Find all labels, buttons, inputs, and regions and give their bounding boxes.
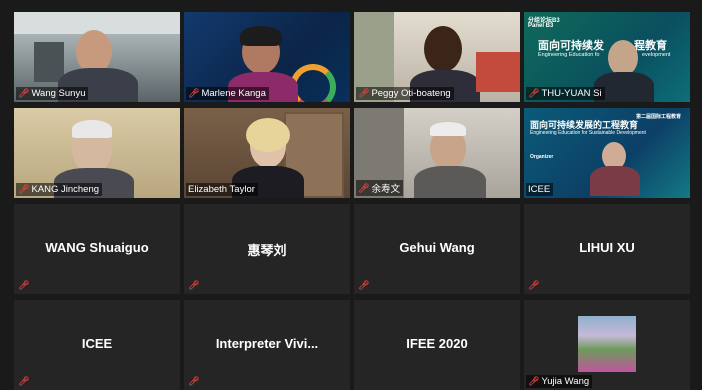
participant-name: Wang Sunyu	[31, 88, 86, 99]
participant-name: Gehui Wang	[399, 240, 475, 255]
video-tile[interactable]: 🎤︎ Peggy Oti-boateng	[354, 12, 520, 102]
slide-subtitle: Engineering Education fo	[538, 52, 600, 58]
participant-label: 🎤︎ Peggy Oti-boateng	[356, 87, 454, 100]
participant-label: 🎤︎ 余寿文	[356, 180, 403, 196]
mic-muted-icon: 🎤︎	[18, 184, 30, 194]
video-tile[interactable]: Interpreter Vivi... 🎤︎	[184, 300, 350, 390]
participant-label: 🎤︎ KANG Jincheng	[16, 183, 103, 196]
participant-name: WANG Shuaiguo	[45, 240, 149, 255]
video-tile[interactable]: 🎤︎ Wang Sunyu	[14, 12, 180, 102]
slide-organizer: Organizer	[530, 154, 554, 160]
video-tile[interactable]: Elizabeth Taylor	[184, 108, 350, 198]
participant-name: ICEE	[528, 184, 551, 195]
participant-name: ICEE	[81, 336, 113, 351]
participant-label: ICEE	[526, 183, 554, 196]
video-tile[interactable]: IFEE 2020	[354, 300, 520, 390]
video-tile[interactable]: 🎤︎ Marlene Kanga	[184, 12, 350, 102]
participant-name: 惠琴刘	[247, 243, 287, 258]
slide-title: 程教育	[634, 40, 667, 52]
participant-name: Peggy Oti-boateng	[371, 88, 451, 99]
video-tile[interactable]: 惠琴刘 🎤︎	[184, 204, 350, 294]
mic-muted-icon: 🎤︎	[188, 280, 200, 290]
participant-name: 余寿文	[371, 184, 400, 195]
mic-muted-icon: 🎤︎	[528, 88, 540, 98]
mic-muted-icon: 🎤︎	[358, 280, 370, 290]
profile-picture	[578, 316, 636, 372]
slide-panel: Panel B3	[528, 23, 554, 29]
mic-muted-icon: 🎤︎	[18, 88, 30, 98]
participant-label: 🎤︎ Yujia Wang	[526, 375, 593, 388]
participant-label: 🎤︎ Wang Sunyu	[16, 87, 89, 100]
slide-corner: 第二届国际工程教育	[636, 114, 682, 120]
video-tile[interactable]: 🎤︎ Yujia Wang	[524, 300, 690, 390]
video-tile[interactable]: 🎤︎ KANG Jincheng	[14, 108, 180, 198]
slide-title: 面向可持续发	[538, 40, 604, 52]
mic-muted-icon: 🎤︎	[188, 88, 200, 98]
video-tile[interactable]: ICEE 🎤︎	[14, 300, 180, 390]
mic-muted-icon: 🎤︎	[358, 182, 370, 193]
video-tile[interactable]: Gehui Wang 🎤︎	[354, 204, 520, 294]
video-tile-active-speaker[interactable]: 第二届国际工程教育 面向可持续发展的工程教育 Engineering Educa…	[524, 108, 690, 198]
mic-muted-icon: 🎤︎	[18, 376, 30, 386]
participant-label: Elizabeth Taylor	[186, 183, 258, 196]
participant-label: 🎤︎ Marlene Kanga	[186, 87, 269, 100]
participant-name: THU-YUAN Si	[541, 88, 602, 99]
video-tile[interactable]: 分组论坛B3 Panel B3 面向可持续发 程教育 Engineering E…	[524, 12, 690, 102]
participant-name: IFEE 2020	[406, 336, 468, 351]
mic-muted-icon: 🎤︎	[188, 376, 200, 386]
mic-muted-icon: 🎤︎	[528, 376, 540, 386]
participant-name: Interpreter Vivi...	[215, 336, 319, 351]
mic-muted-icon: 🎤︎	[528, 280, 540, 290]
slide-subtitle: Engineering Education for Sustainable De…	[530, 130, 646, 136]
participant-name: Elizabeth Taylor	[188, 184, 255, 195]
video-tile[interactable]: LIHUI XU 🎤︎	[524, 204, 690, 294]
participant-name: KANG Jincheng	[31, 184, 100, 195]
video-tile[interactable]: 🎤︎ 余寿文	[354, 108, 520, 198]
slide-subtitle: evelopment	[642, 52, 671, 58]
video-tile[interactable]: WANG Shuaiguo 🎤︎	[14, 204, 180, 294]
mic-muted-icon: 🎤︎	[358, 88, 370, 98]
participant-name: LIHUI XU	[579, 240, 635, 255]
mic-muted-icon: 🎤︎	[18, 280, 30, 290]
participant-name: Marlene Kanga	[201, 88, 266, 99]
participant-label: 🎤︎ THU-YUAN Si	[526, 87, 605, 100]
participant-name: Yujia Wang	[541, 376, 590, 387]
video-gallery: 🎤︎ Wang Sunyu 🎤︎ Marlene Kanga 🎤︎ Peggy Oti…	[14, 12, 690, 390]
